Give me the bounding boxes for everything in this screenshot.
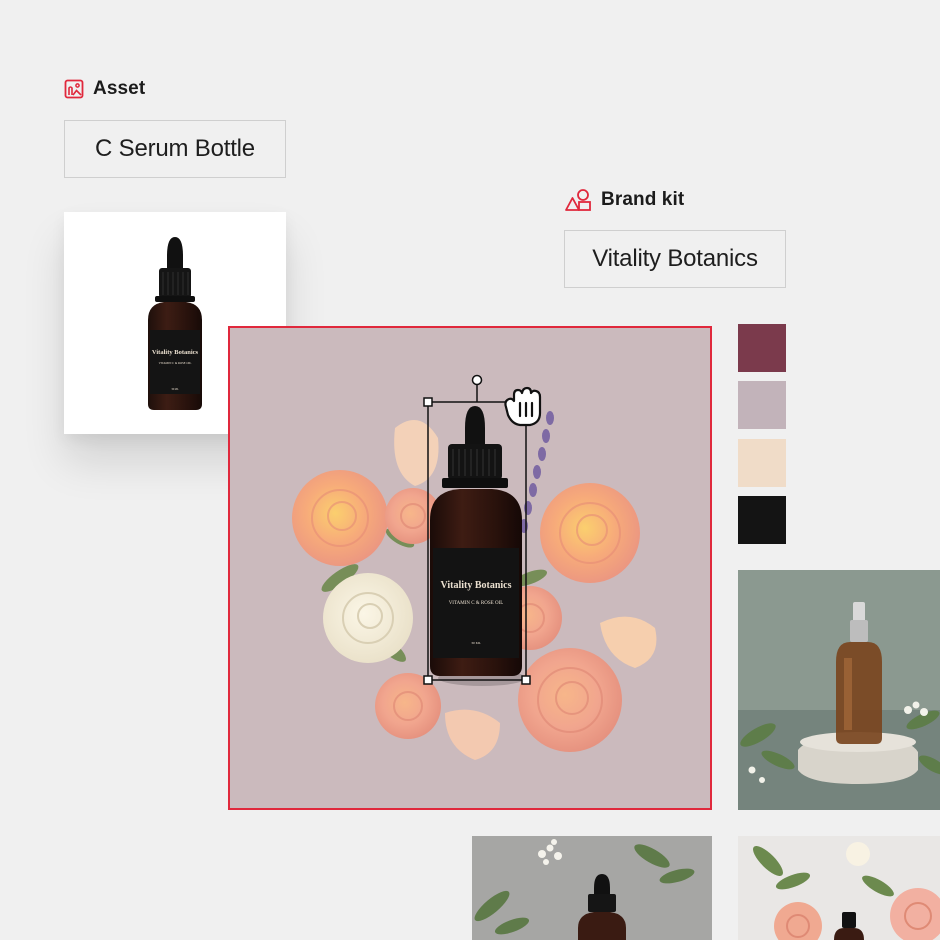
brand-kit-name-text: Vitality Botanics xyxy=(592,245,758,272)
thumbnail-gray-flatlay[interactable] xyxy=(472,836,712,940)
image-icon xyxy=(64,79,84,99)
thumbnail-roses-flatlay[interactable] xyxy=(738,836,940,940)
palette-swatch-mauve[interactable] xyxy=(738,381,786,429)
palette-swatch-peach[interactable] xyxy=(738,439,786,487)
grab-hand-icon xyxy=(500,385,548,434)
asset-bottle-brand: Vitality Botanics xyxy=(152,349,199,356)
shapes-icon xyxy=(564,188,592,212)
thumbnail-image xyxy=(472,836,712,940)
asset-name-text: C Serum Bottle xyxy=(95,135,255,162)
palette-swatch-plum[interactable] xyxy=(738,324,786,372)
asset-section-label: Asset xyxy=(64,78,145,100)
resize-handle-bottom-right[interactable] xyxy=(521,675,531,685)
resize-handle-bottom-left[interactable] xyxy=(423,675,433,685)
asset-bottle-subtitle: VITAMIN C & ROSE OIL xyxy=(159,361,192,365)
selection-box[interactable] xyxy=(230,328,710,808)
brand-kit-section-label: Brand kit xyxy=(564,188,684,212)
design-canvas[interactable]: Vitality Botanics VITAMIN C & ROSE OIL 3… xyxy=(228,326,712,810)
brand-kit-label-text: Brand kit xyxy=(601,189,685,210)
thumbnail-stone-pedestal[interactable] xyxy=(738,570,940,810)
thumbnail-image xyxy=(738,570,940,810)
thumbnail-image xyxy=(738,836,940,940)
asset-label-text: Asset xyxy=(93,78,146,99)
resize-handle-top-left[interactable] xyxy=(423,397,433,407)
asset-name-field[interactable]: C Serum Bottle xyxy=(64,120,286,178)
rotate-handle[interactable] xyxy=(471,374,483,386)
palette-swatch-black[interactable] xyxy=(738,496,786,544)
asset-bottle-volume: 30 ML xyxy=(171,388,179,391)
brand-kit-name-field[interactable]: Vitality Botanics xyxy=(564,230,786,288)
